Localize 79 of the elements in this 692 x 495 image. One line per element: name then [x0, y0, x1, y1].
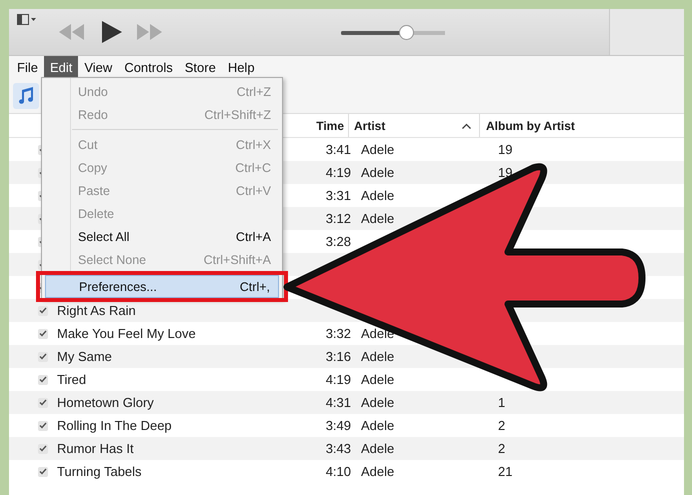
song-artist: Adele — [361, 372, 394, 387]
song-album: 2 — [498, 418, 506, 433]
menu-option[interactable]: Select All Ctrl+A — [45, 225, 279, 248]
column-header[interactable]: Time — [313, 114, 349, 137]
song-artist: Adele — [361, 211, 394, 226]
menu-option[interactable]: Preferences... Ctrl+, — [45, 275, 279, 298]
menu-item[interactable]: Store — [178, 56, 222, 78]
checkbox[interactable] — [38, 306, 48, 316]
shortcut-text: Ctrl+, — [240, 280, 270, 294]
shortcut-text: Ctrl+A — [236, 230, 271, 244]
song-time: 4:19 — [326, 165, 351, 180]
song-album: 1 — [498, 395, 506, 410]
song-title: Rumor Has It — [57, 441, 134, 456]
menu-option-label: Delete — [78, 206, 114, 220]
menu-item[interactable]: Help — [222, 56, 261, 78]
song-time: 3:28 — [326, 234, 351, 249]
column-label: Time — [316, 118, 344, 132]
menu-option-label: Select All — [78, 230, 130, 244]
shortcut-text: Ctrl+Shift+Z — [204, 108, 271, 122]
song-title: Hometown Glory — [57, 395, 154, 410]
shortcut-text: Ctrl+Shift+A — [204, 252, 271, 266]
song-title: My Same — [57, 349, 112, 364]
menu-item[interactable]: Controls — [118, 56, 179, 78]
checkbox[interactable] — [38, 466, 48, 476]
checkbox[interactable] — [38, 398, 48, 408]
song-album: 21 — [498, 464, 512, 479]
song-artist: Adele — [361, 188, 394, 203]
column-header[interactable]: Artist — [349, 114, 480, 137]
song-title: Right As Rain — [57, 303, 136, 318]
column-label: Artist — [354, 118, 386, 132]
song-time: 4:10 — [326, 464, 351, 479]
menu-option-label: Copy — [78, 160, 108, 174]
column-header[interactable]: Album by Artist — [480, 114, 575, 137]
music-note-icon — [18, 86, 34, 104]
shortcut-text: Ctrl+V — [236, 184, 271, 198]
song-time: 3:31 — [326, 188, 351, 203]
menu-option-label: Preferences... — [79, 280, 157, 294]
menu-option-label: Undo — [78, 84, 108, 98]
song-time: 3:49 — [326, 418, 351, 433]
menu-option-label: Select None — [78, 252, 146, 266]
menu-item[interactable]: Edit — [44, 56, 78, 78]
song-album: 2 — [498, 441, 506, 456]
song-title: Rolling In The Deep — [57, 418, 172, 433]
menu-option-label: Cut — [78, 138, 98, 152]
checkbox[interactable] — [38, 374, 48, 384]
song-time: 3:32 — [326, 326, 351, 341]
checkbox[interactable] — [38, 328, 48, 338]
song-artist: Adele — [361, 464, 394, 479]
song-album: 19 — [498, 142, 512, 157]
checkbox[interactable] — [38, 352, 48, 362]
checkbox[interactable] — [38, 420, 48, 430]
column-label: Album by Artist — [486, 118, 575, 132]
song-artist: Adele — [361, 441, 394, 456]
song-title: Tired — [57, 372, 86, 387]
menu-item[interactable]: File — [11, 56, 44, 78]
song-artist: Adele — [361, 165, 394, 180]
song-time: 3:16 — [326, 349, 351, 364]
play-icon[interactable] — [102, 21, 122, 43]
volume-thumb[interactable] — [398, 25, 414, 40]
song-artist: Adele — [361, 349, 394, 364]
song-time: 4:31 — [326, 395, 351, 410]
song-artist: Adele — [361, 418, 394, 433]
menu-item[interactable]: View — [78, 56, 118, 78]
music-button[interactable] — [13, 82, 39, 108]
shortcut-text: Ctrl+X — [236, 138, 271, 152]
shortcut-text: Ctrl+C — [235, 160, 271, 174]
song-artist: Adele — [361, 142, 394, 157]
sidebar-toggle-icon[interactable] — [17, 14, 37, 26]
song-time: 3:41 — [326, 142, 351, 157]
song-title: Turning Tabels — [57, 464, 142, 479]
song-time: 3:43 — [326, 441, 351, 456]
song-time: 4:19 — [326, 372, 351, 387]
shortcut-text: Ctrl+Z — [236, 84, 271, 98]
menu-option-label: Paste — [78, 184, 110, 198]
song-artist: Adele — [361, 395, 394, 410]
checkbox[interactable] — [38, 444, 48, 454]
song-time: 3:12 — [326, 211, 351, 226]
menu-option-label: Redo — [78, 108, 108, 122]
song-title: Make You Feel My Love — [57, 326, 196, 341]
